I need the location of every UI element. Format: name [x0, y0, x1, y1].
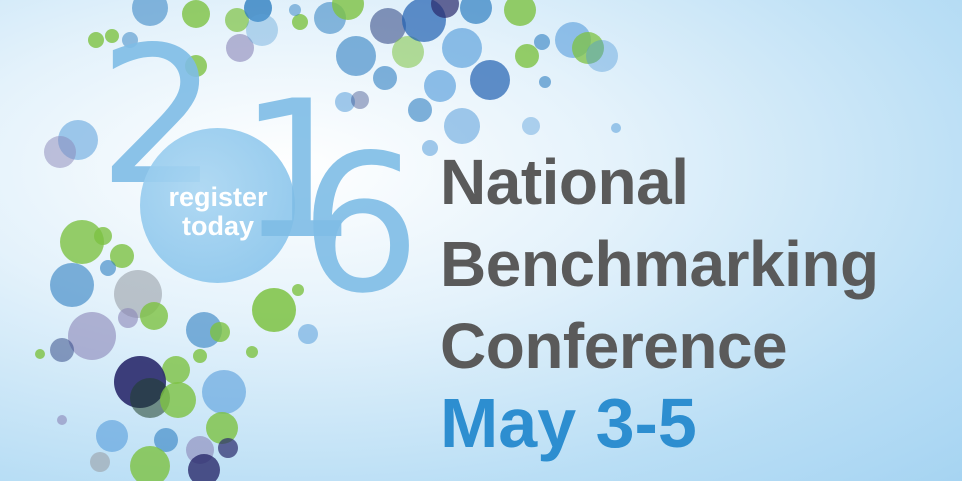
bubble [44, 136, 76, 168]
bubble [202, 370, 246, 414]
register-today-label[interactable]: register today [138, 183, 298, 241]
bubble [470, 60, 510, 100]
bubble [289, 4, 301, 16]
bubble [586, 40, 618, 72]
today-line: today [181, 211, 254, 241]
bubble [50, 338, 74, 362]
conference-banner: 2 1 6 register today National Benchmarki… [0, 0, 962, 481]
bubble [522, 117, 540, 135]
bubble [68, 312, 116, 360]
bubble [90, 452, 110, 472]
bubble [373, 66, 397, 90]
bubble [94, 227, 112, 245]
bubble [57, 415, 67, 425]
register-line: register [168, 182, 268, 212]
bubble [246, 346, 258, 358]
bubble [218, 438, 238, 458]
bubble [140, 302, 168, 330]
bubble [118, 308, 138, 328]
bubble [96, 420, 128, 452]
bubble [424, 70, 456, 102]
conference-date: May 3-5 [440, 384, 697, 462]
bubble [611, 123, 621, 133]
bubble [160, 382, 196, 418]
bubble [35, 349, 45, 359]
bubble [193, 349, 207, 363]
bubble [422, 140, 438, 156]
bubble [100, 260, 116, 276]
bubble [534, 34, 550, 50]
title-line-national: National [440, 146, 689, 218]
bubble [504, 0, 536, 26]
bubble [210, 322, 230, 342]
bubble [460, 0, 492, 24]
bubble [539, 76, 551, 88]
bubble [292, 14, 308, 30]
bubble [206, 412, 238, 444]
bubble [246, 14, 278, 46]
bubble [442, 28, 482, 68]
bubble [444, 108, 480, 144]
bubble [162, 356, 190, 384]
bubble [50, 263, 94, 307]
bubble [252, 288, 296, 332]
year-digit-6: 6 [300, 114, 421, 335]
bubble [515, 44, 539, 68]
title-line-benchmarking: Benchmarking [440, 228, 879, 300]
title-line-conference: Conference [440, 310, 788, 382]
